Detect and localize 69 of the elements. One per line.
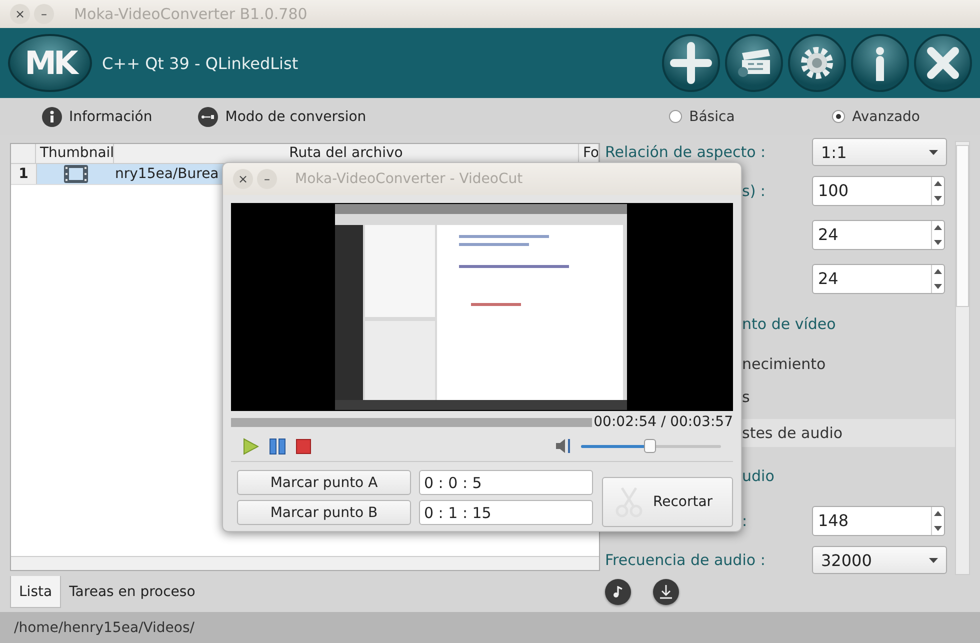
stop-icon [296, 438, 311, 454]
scrollbar[interactable] [11, 556, 599, 570]
mark-point-button[interactable]: Marcar punto A [237, 470, 411, 495]
pause-icon [269, 438, 286, 454]
setting-label: s [742, 388, 750, 406]
connector-icon [198, 106, 218, 126]
window-control[interactable]: × [233, 169, 253, 189]
spin-arrows-icon[interactable] [934, 180, 942, 202]
spin-arrows-icon[interactable] [934, 268, 942, 290]
time-display: 00:02:54 / 00:03:57 [594, 414, 733, 430]
audio-button[interactable] [605, 579, 631, 605]
caret-icon [929, 150, 938, 154]
radio-button[interactable] [669, 110, 682, 123]
info-icon [42, 106, 62, 126]
number-field[interactable]: 148 [812, 506, 945, 536]
spin-arrows-icon[interactable] [934, 510, 942, 532]
close-icon [926, 46, 960, 80]
mark-point-button[interactable]: Marcar punto B [237, 500, 411, 525]
project-title: C++ Qt 39 - QLinkedList [102, 54, 300, 72]
setting-label: necimiento [742, 354, 826, 372]
music-note-icon [612, 586, 624, 598]
scrollbar[interactable] [955, 141, 970, 575]
add-icon [670, 42, 712, 84]
toolbar-label[interactable]: Modo de conversion [225, 108, 366, 124]
radio-button[interactable] [832, 110, 846, 123]
download-button[interactable] [653, 579, 679, 605]
settings-icon [800, 46, 834, 80]
play-icon [243, 438, 259, 454]
status-path: /home/henry15ea/Videos/ [14, 620, 194, 636]
caret-icon [929, 558, 938, 562]
speaker-icon[interactable] [555, 438, 571, 454]
number-field[interactable]: 100 [812, 176, 945, 206]
volume-slider[interactable] [581, 439, 721, 453]
section-heading: nto de vídeo [742, 315, 836, 333]
time-field[interactable]: 0 : 1 : 15 [419, 500, 593, 525]
cut-button[interactable]: Recortar [602, 477, 733, 527]
time-field[interactable]: 0 : 0 : 5 [419, 470, 593, 495]
window-control[interactable]: × [10, 4, 30, 24]
number-field[interactable]: 24 [812, 264, 945, 294]
window-control[interactable]: – [257, 169, 277, 189]
download-icon [658, 584, 674, 600]
section-heading: udio [742, 467, 774, 485]
number-field[interactable]: 24 [812, 220, 945, 250]
section-heading: stes de audio [742, 424, 843, 442]
row-number: 1 [11, 164, 37, 184]
dropdown[interactable]: 32000 [812, 546, 947, 574]
dropdown[interactable]: 1:1 [812, 138, 947, 166]
window-control[interactable]: – [34, 4, 54, 24]
toolbar-label[interactable]: Información [69, 108, 152, 124]
setting-label: Relación de aspecto : [605, 143, 766, 161]
radio-label[interactable]: Avanzado [852, 108, 920, 124]
thumbnail-cell[interactable] [37, 164, 115, 184]
tab[interactable]: Lista [10, 576, 62, 608]
window-title: Moka-VideoConverter B1.0.780 [74, 5, 308, 23]
progress-track[interactable] [231, 418, 592, 426]
info-icon [875, 46, 885, 80]
setting-label: : [742, 512, 748, 530]
logo: MK [8, 34, 92, 92]
radio-label[interactable]: Básica [689, 108, 735, 124]
clapperboard-icon [737, 47, 771, 79]
stop-button[interactable] [296, 438, 311, 454]
tab[interactable]: Tareas en proceso [61, 576, 204, 608]
setting-label: s) : [742, 182, 766, 200]
column-header[interactable]: Thumbnail [36, 144, 114, 163]
pause-button[interactable] [269, 438, 286, 454]
setting-label: Frecuencia de audio : [605, 551, 766, 569]
slider-handle[interactable] [644, 438, 656, 452]
play-button[interactable] [243, 438, 259, 454]
spin-arrows-icon[interactable] [934, 224, 942, 246]
